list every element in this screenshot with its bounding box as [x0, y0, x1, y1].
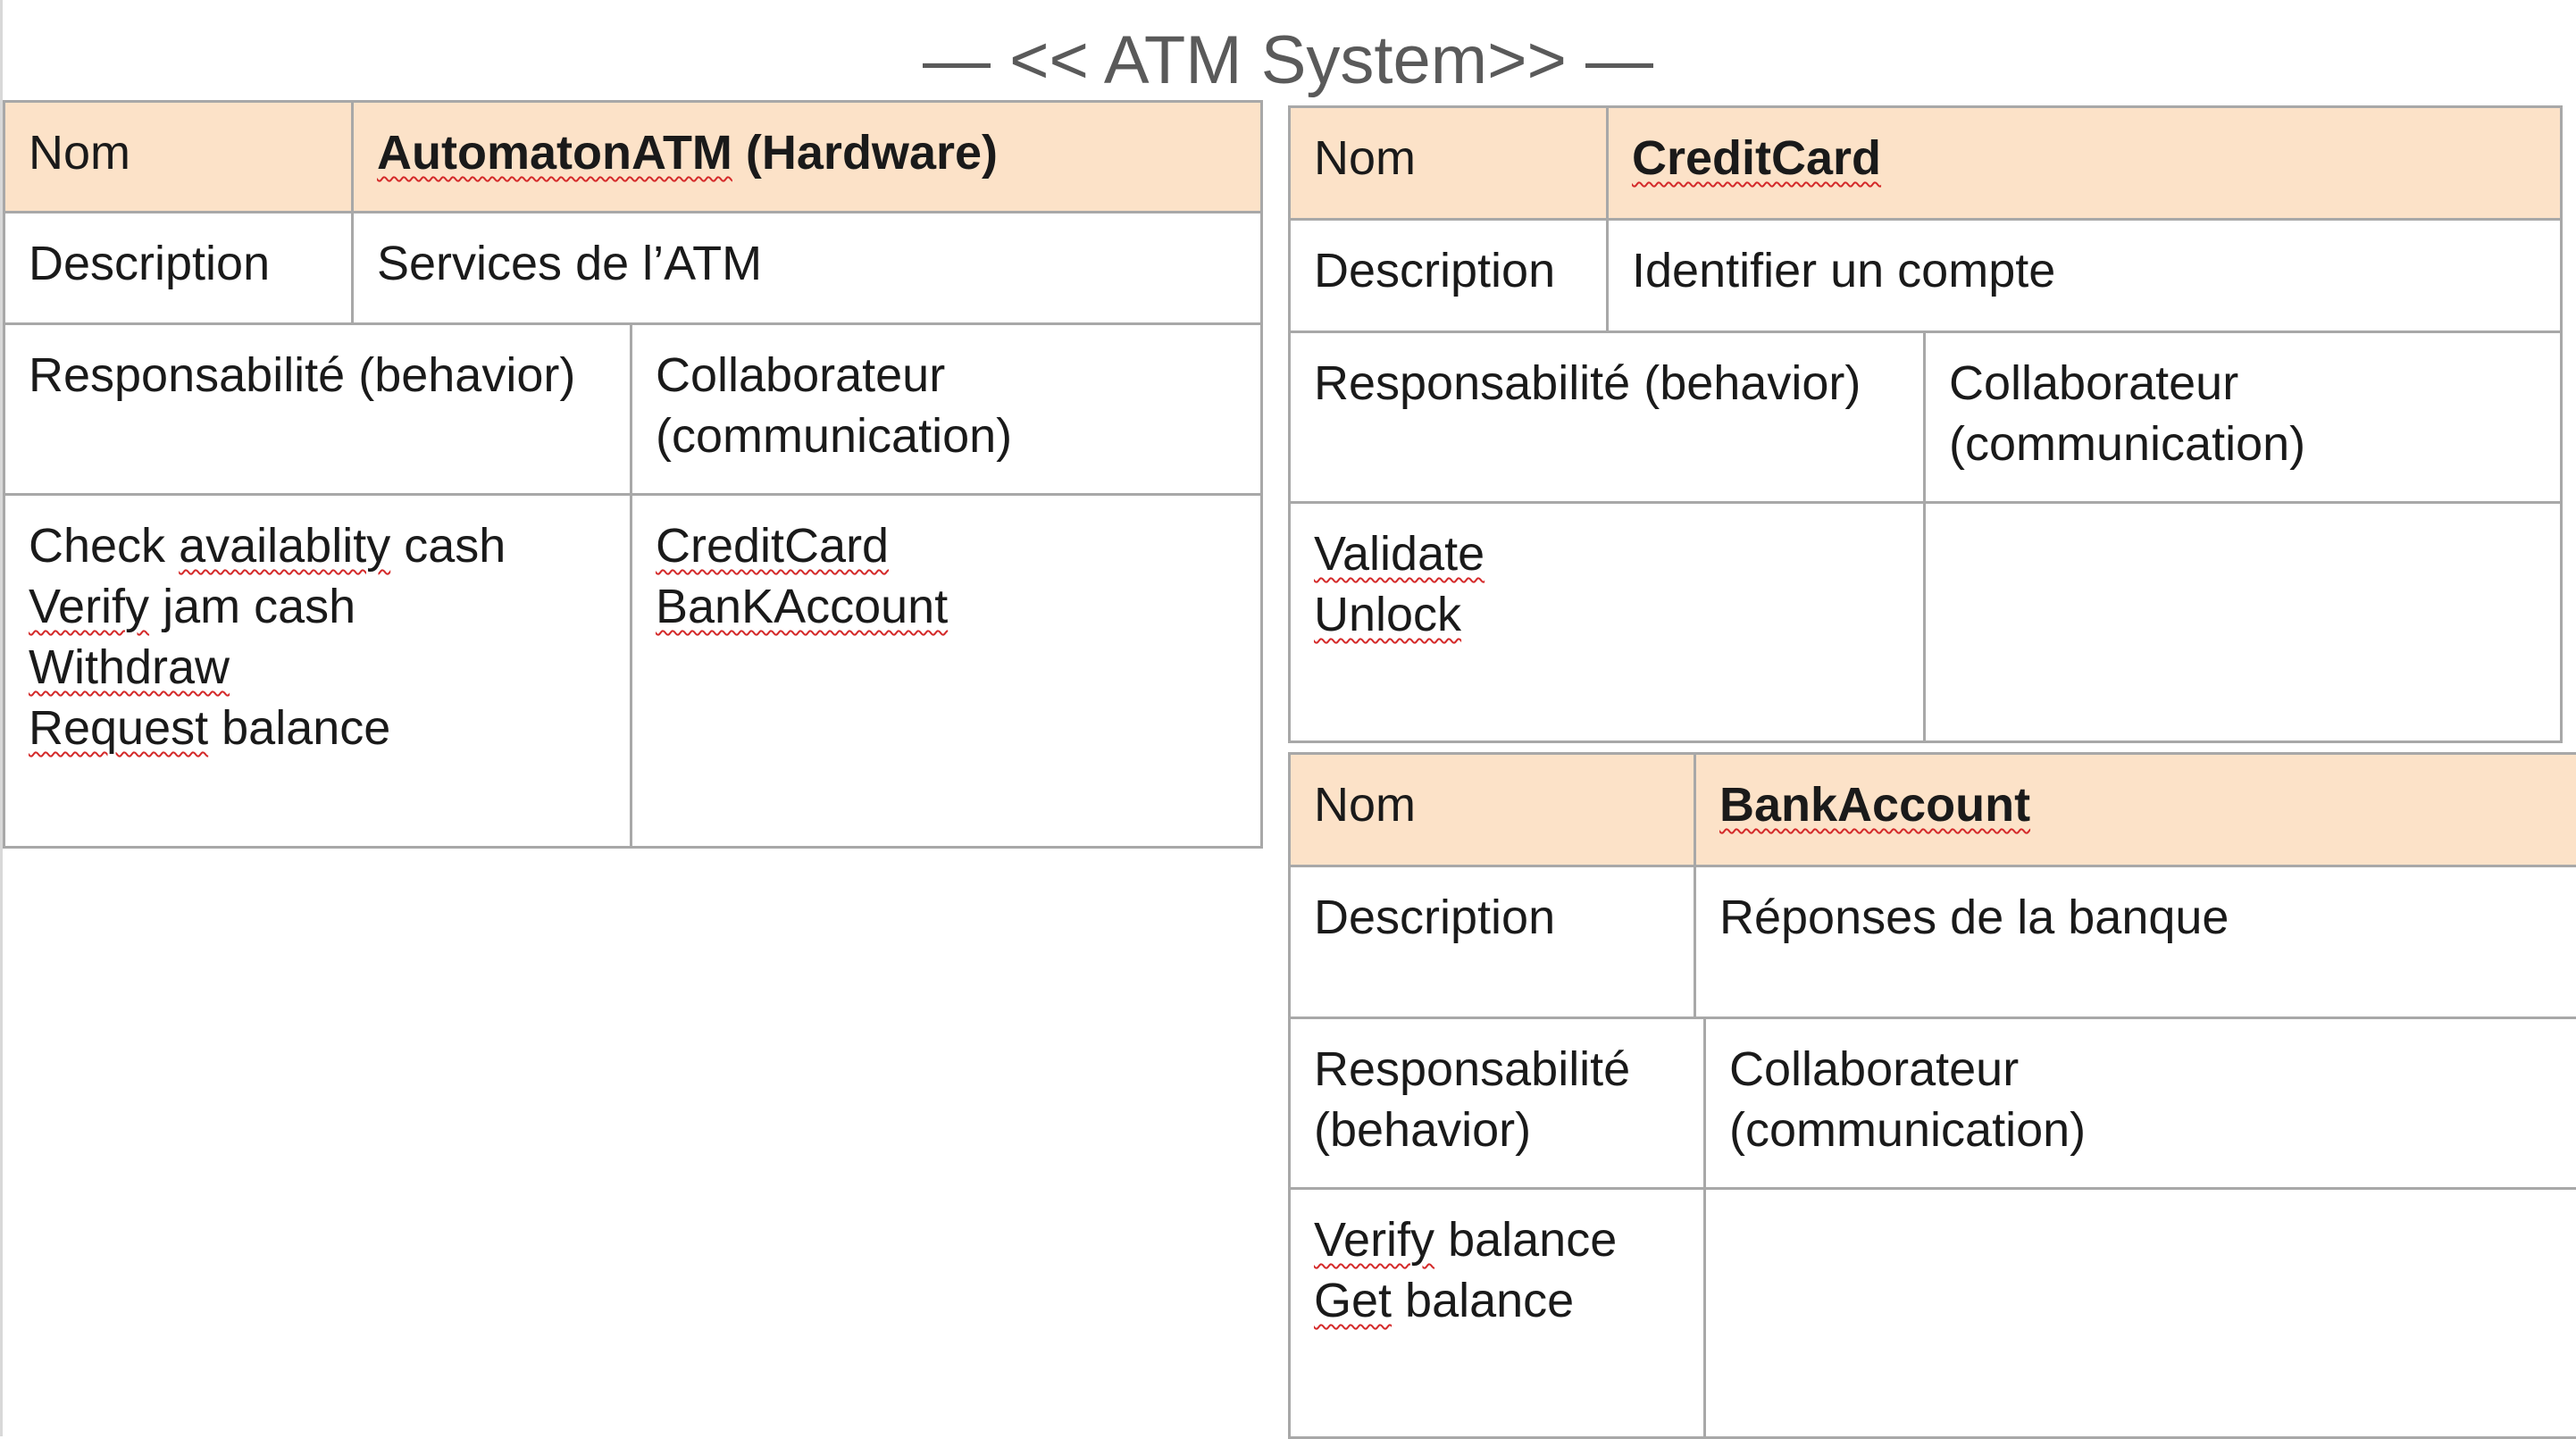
responsibility-header: Responsabilité (behavior): [4, 324, 631, 495]
list-item: Verify jam cash: [29, 576, 606, 637]
list-item: Verify balance: [1314, 1209, 1680, 1270]
collaborator-header: Collaborateur (communication): [631, 324, 1262, 495]
list-item: Get balance: [1314, 1270, 1680, 1331]
responsibilities-list: Validate Unlock: [1290, 503, 1925, 742]
crc-card-bankaccount: Nom BankAccount Description Réponses de …: [1288, 752, 2576, 1439]
class-name: BankAccount: [1695, 754, 2576, 866]
collaborators-list: [1705, 1189, 2576, 1438]
description-label: Description: [1290, 220, 1608, 332]
crc-card-creditcard: Nom CreditCard Description Identifier un…: [1288, 105, 2563, 743]
list-item: Check availablity cash: [29, 515, 606, 576]
description-label: Description: [1290, 866, 1695, 1018]
description-value: Identifier un compte: [1608, 220, 2562, 332]
description-value: Réponses de la banque: [1695, 866, 2576, 1018]
nom-label: Nom: [1290, 754, 1695, 866]
list-item: Validate: [1314, 523, 1900, 584]
description-label: Description: [4, 213, 353, 324]
crc-card-automaton-atm: Nom AutomatonATM (Hardware) Description …: [3, 100, 1263, 849]
class-name-word: CreditCard: [1632, 131, 1881, 185]
diagram-title: — << ATM System>> —: [0, 20, 2576, 102]
collaborator-header-line: (communication): [656, 406, 1237, 466]
list-item: Unlock: [1314, 584, 1900, 645]
collaborator-header-line: Collaborateur: [1949, 353, 2537, 414]
responsibilities-list: Check availablity cash Verify jam cash W…: [4, 495, 631, 848]
class-name-word: AutomatonATM: [377, 126, 732, 180]
class-name: AutomatonATM (Hardware): [353, 102, 1262, 213]
collaborator-header-line: Collaborateur: [656, 345, 1237, 406]
collaborator-header-line: (communication): [1949, 414, 2537, 474]
collaborator-header-line: Collaborateur: [1729, 1039, 2553, 1100]
collaborators-list: [1925, 503, 2562, 742]
responsibility-header: Responsabilité (behavior): [1290, 1018, 1705, 1189]
nom-label: Nom: [1290, 107, 1608, 220]
nom-label: Nom: [4, 102, 353, 213]
list-item: Request balance: [29, 698, 606, 758]
list-item: CreditCard: [656, 515, 1237, 576]
class-name-word: BankAccount: [1719, 778, 2030, 832]
collaborator-header: Collaborateur (communication): [1705, 1018, 2576, 1189]
description-value: Services de l’ATM: [353, 213, 1262, 324]
collaborator-header: Collaborateur (communication): [1925, 332, 2562, 503]
collaborator-header-line: (communication): [1729, 1100, 2553, 1160]
responsibility-header: Responsabilité (behavior): [1290, 332, 1925, 503]
class-name: CreditCard: [1608, 107, 2562, 220]
responsibilities-list: Verify balance Get balance: [1290, 1189, 1705, 1438]
list-item: Withdraw: [29, 637, 606, 698]
collaborators-list: CreditCard BanKAccount: [631, 495, 1262, 848]
list-item: BanKAccount: [656, 576, 1237, 637]
